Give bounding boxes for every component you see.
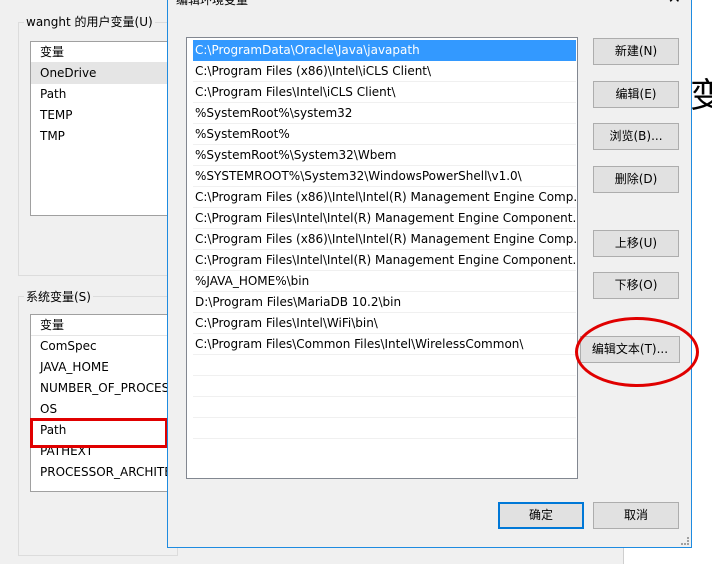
move-down-button[interactable]: 下移(O) (593, 272, 679, 299)
path-entry[interactable]: C:\Program Files\Intel\Intel(R) Manageme… (193, 208, 576, 229)
list-item[interactable]: PROCESSOR_ARCHITE (31, 462, 169, 483)
list-item[interactable]: OneDrive (31, 63, 169, 84)
path-entry[interactable]: %SystemRoot%\system32 (193, 103, 576, 124)
path-entry[interactable]: %JAVA_HOME%\bin (193, 271, 576, 292)
delete-button[interactable]: 删除(D) (593, 166, 679, 193)
system-variables-label: 系统变量(S) (24, 288, 93, 305)
system-variables-list[interactable]: 变量 ComSpec JAVA_HOME NUMBER_OF_PROCES OS… (30, 314, 170, 492)
list-item[interactable]: NUMBER_OF_PROCES (31, 378, 169, 399)
system-variables-column-header[interactable]: 变量 (31, 315, 169, 336)
empty-row (193, 376, 576, 397)
list-item[interactable]: JAVA_HOME (31, 357, 169, 378)
path-entry[interactable]: %SYSTEMROOT%\System32\WindowsPowerShell\… (193, 166, 576, 187)
path-entry[interactable]: C:\Program Files\Intel\iCLS Client\ (193, 82, 576, 103)
edit-text-highlight-annotation (575, 317, 699, 387)
resize-grip-icon[interactable] (681, 537, 689, 545)
user-variables-label: wanght 的用户变量(U) (24, 13, 155, 30)
background-title-char: 变 (690, 76, 712, 116)
empty-row (193, 397, 576, 418)
list-item[interactable]: TEMP (31, 105, 169, 126)
list-item[interactable]: Path (31, 84, 169, 105)
list-item[interactable]: OS (31, 399, 169, 420)
path-entry[interactable]: C:\Program Files\Common Files\Intel\Wire… (193, 334, 576, 355)
cancel-button[interactable]: 取消 (593, 502, 679, 529)
path-highlight-annotation (30, 418, 168, 448)
move-up-button[interactable]: 上移(U) (593, 230, 679, 257)
user-variables-column-header[interactable]: 变量 (31, 42, 169, 63)
path-entry[interactable]: C:\Program Files\Intel\Intel(R) Manageme… (193, 250, 576, 271)
path-entry[interactable]: C:\ProgramData\Oracle\Java\javapath (193, 40, 576, 61)
edit-button[interactable]: 编辑(E) (593, 81, 679, 108)
ok-button[interactable]: 确定 (498, 502, 584, 529)
list-item[interactable]: TMP (31, 126, 169, 147)
empty-row (193, 418, 576, 439)
path-entry[interactable]: C:\Program Files\Intel\WiFi\bin\ (193, 313, 576, 334)
path-entry[interactable]: D:\Program Files\MariaDB 10.2\bin (193, 292, 576, 313)
browse-button[interactable]: 浏览(B)... (593, 123, 679, 150)
empty-row (193, 355, 576, 376)
close-icon[interactable]: ✕ (668, 0, 681, 6)
path-entry[interactable]: %SystemRoot% (193, 124, 576, 145)
path-entry[interactable]: %SystemRoot%\System32\Wbem (193, 145, 576, 166)
path-entry[interactable]: C:\Program Files (x86)\Intel\Intel(R) Ma… (193, 229, 576, 250)
path-entry[interactable]: C:\Program Files (x86)\Intel\Intel(R) Ma… (193, 187, 576, 208)
path-entry[interactable]: C:\Program Files (x86)\Intel\iCLS Client… (193, 61, 576, 82)
path-entries-list[interactable]: C:\ProgramData\Oracle\Java\javapath C:\P… (186, 37, 578, 479)
edit-environment-variable-dialog: 编辑环境变量 ✕ C:\ProgramData\Oracle\Java\java… (167, 0, 692, 548)
list-item[interactable]: ComSpec (31, 336, 169, 357)
new-button[interactable]: 新建(N) (593, 38, 679, 65)
dialog-title: 编辑环境变量 (176, 0, 249, 7)
user-variables-list[interactable]: 变量 OneDrive Path TEMP TMP (30, 41, 170, 216)
